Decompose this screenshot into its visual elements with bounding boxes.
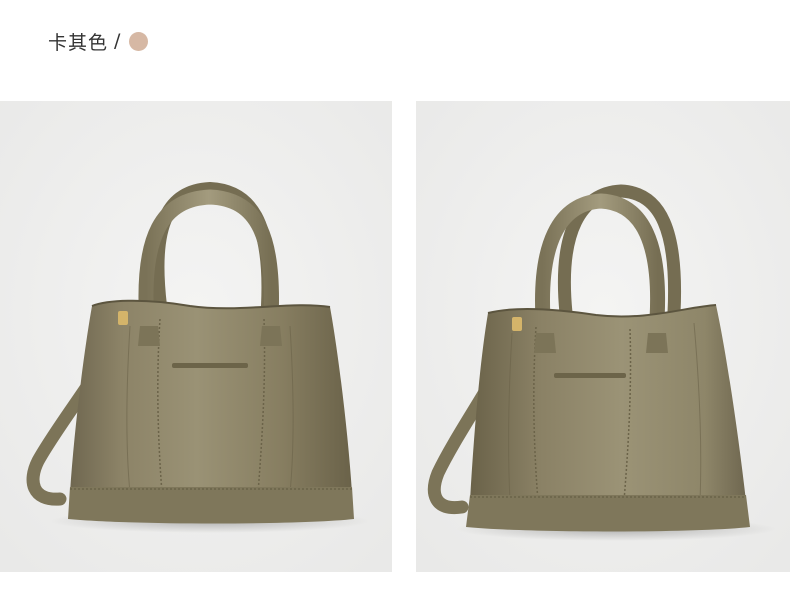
product-photo-front bbox=[0, 101, 392, 572]
product-photo-angle bbox=[416, 101, 790, 572]
handbag-angle-image bbox=[416, 101, 790, 572]
product-color-page: 卡其色 / bbox=[0, 0, 790, 599]
handbag-front-image bbox=[0, 101, 392, 572]
color-swatch bbox=[129, 31, 149, 51]
color-name: 卡其色 bbox=[48, 31, 109, 54]
separator: / bbox=[114, 30, 122, 52]
color-variant-label: 卡其色 / bbox=[48, 28, 149, 54]
